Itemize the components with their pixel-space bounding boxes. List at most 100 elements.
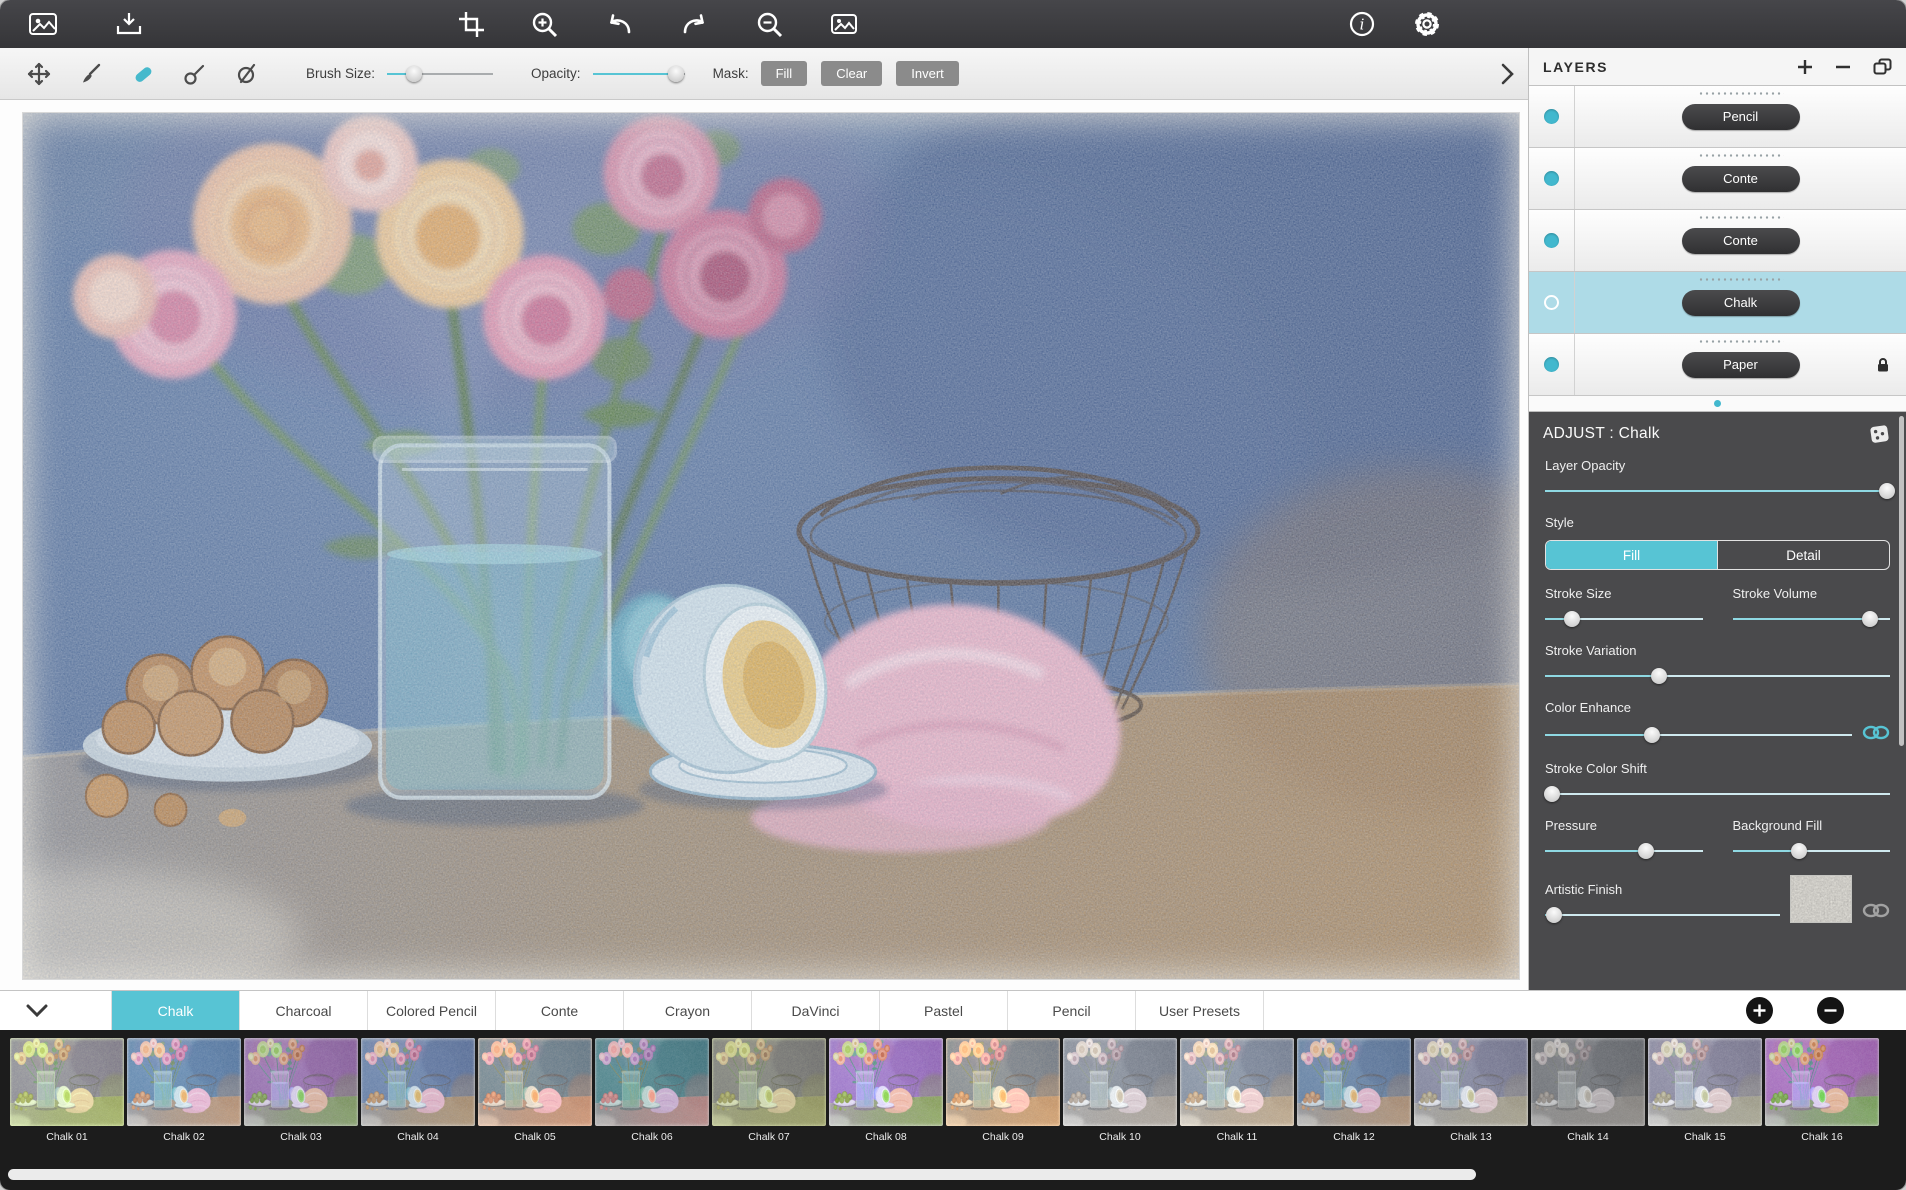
tab-user-presets[interactable]: User Presets <box>1136 991 1264 1030</box>
layer-drag-handle[interactable] <box>1698 340 1784 343</box>
stroke-volume-slider[interactable] <box>1733 611 1891 627</box>
brush-size-knob[interactable] <box>406 66 422 82</box>
stroke-size-knob[interactable] <box>1564 611 1580 627</box>
color-enhance-slider[interactable] <box>1545 727 1852 743</box>
texture-link-icon[interactable] <box>1862 903 1890 923</box>
layer-name-button[interactable]: Pencil <box>1682 104 1800 130</box>
collapse-presets-chevron-icon[interactable] <box>0 991 112 1030</box>
settings-gear-icon[interactable] <box>1412 9 1442 39</box>
move-tool-icon[interactable] <box>24 59 54 89</box>
tab-crayon[interactable]: Crayon <box>624 991 752 1030</box>
preset-thumbnail[interactable]: Chalk 01 <box>10 1038 124 1164</box>
preset-thumbnail[interactable]: Chalk 11 <box>1180 1038 1294 1164</box>
preset-thumbnail[interactable]: Chalk 15 <box>1648 1038 1762 1164</box>
layer-opacity-slider[interactable] <box>1545 483 1890 499</box>
toolbar-expand-chevron-icon[interactable] <box>1501 63 1514 85</box>
zoom-out-icon[interactable] <box>756 11 783 38</box>
style-fill-button[interactable]: Fill <box>1546 541 1717 569</box>
opacity-slider[interactable] <box>593 66 685 82</box>
background-fill-knob[interactable] <box>1791 843 1807 859</box>
background-fill-slider[interactable] <box>1733 843 1891 859</box>
tab-charcoal[interactable]: Charcoal <box>240 991 368 1030</box>
layer-drag-handle[interactable] <box>1698 216 1784 219</box>
layer-opacity-knob[interactable] <box>1879 483 1895 499</box>
stroke-size-slider[interactable] <box>1545 611 1703 627</box>
canvas-image[interactable] <box>22 112 1520 980</box>
stroke-color-shift-slider[interactable] <box>1545 786 1890 802</box>
crop-icon[interactable] <box>458 11 485 38</box>
preset-thumbnail[interactable]: Chalk 13 <box>1414 1038 1528 1164</box>
smudge-tool-icon[interactable] <box>232 59 262 89</box>
preset-thumbnail[interactable]: Chalk 14 <box>1531 1038 1645 1164</box>
preset-thumbnail[interactable]: Chalk 04 <box>361 1038 475 1164</box>
layer-drag-handle[interactable] <box>1698 278 1784 281</box>
layer-visibility-toggle[interactable] <box>1529 272 1575 333</box>
layer-name-button[interactable]: Paper <box>1682 352 1800 378</box>
preset-thumbnail[interactable]: Chalk 09 <box>946 1038 1060 1164</box>
open-image-icon[interactable] <box>28 10 58 38</box>
stroke-variation-slider[interactable] <box>1545 668 1890 684</box>
pressure-slider[interactable] <box>1545 843 1703 859</box>
layer-name-button[interactable]: Chalk <box>1682 290 1800 316</box>
preset-thumbnail[interactable]: Chalk 03 <box>244 1038 358 1164</box>
preset-scrollbar-track[interactable] <box>0 1164 1906 1190</box>
info-icon[interactable]: i <box>1348 10 1376 38</box>
preset-thumbnail[interactable]: Chalk 07 <box>712 1038 826 1164</box>
layer-row-chalk-selected[interactable]: Chalk <box>1529 272 1906 334</box>
stroke-color-shift-knob[interactable] <box>1544 786 1560 802</box>
randomize-dice-icon[interactable] <box>1868 423 1892 445</box>
stroke-volume-knob[interactable] <box>1862 611 1878 627</box>
remove-preset-button[interactable] <box>1817 997 1844 1024</box>
paint-brush-tool-icon[interactable] <box>76 59 106 89</box>
opacity-knob[interactable] <box>668 66 684 82</box>
zoom-in-icon[interactable] <box>531 11 558 38</box>
redo-icon[interactable] <box>680 11 710 38</box>
layer-row-conte-2[interactable]: Conte <box>1529 210 1906 272</box>
add-layer-icon[interactable] <box>1797 59 1813 75</box>
compare-image-icon[interactable] <box>829 10 859 38</box>
preset-thumbnail[interactable]: Chalk 12 <box>1297 1038 1411 1164</box>
preset-thumbnail[interactable]: Chalk 10 <box>1063 1038 1177 1164</box>
mask-invert-button[interactable]: Invert <box>896 61 959 86</box>
style-detail-button[interactable]: Detail <box>1717 541 1889 569</box>
tab-conte[interactable]: Conte <box>496 991 624 1030</box>
layer-visibility-toggle[interactable] <box>1529 148 1575 209</box>
artistic-finish-slider[interactable] <box>1545 907 1780 923</box>
preset-thumbnail[interactable]: Chalk 08 <box>829 1038 943 1164</box>
mask-fill-button[interactable]: Fill <box>761 61 808 86</box>
tab-chalk[interactable]: Chalk <box>112 991 240 1030</box>
layer-row-conte-1[interactable]: Conte <box>1529 148 1906 210</box>
duplicate-layer-icon[interactable] <box>1873 58 1892 75</box>
finish-texture-thumbnail[interactable] <box>1790 875 1852 923</box>
export-icon[interactable] <box>114 10 144 38</box>
brush-size-slider[interactable] <box>387 66 493 82</box>
color-enhance-knob[interactable] <box>1644 727 1660 743</box>
layer-name-button[interactable]: Conte <box>1682 166 1800 192</box>
add-preset-button[interactable] <box>1746 997 1773 1024</box>
adjust-scrollbar[interactable] <box>1899 416 1904 746</box>
preset-scrollbar-thumb[interactable] <box>8 1169 1476 1180</box>
layer-drag-handle[interactable] <box>1698 154 1784 157</box>
layer-visibility-toggle[interactable] <box>1529 334 1575 395</box>
preset-thumbnail[interactable]: Chalk 05 <box>478 1038 592 1164</box>
artistic-finish-knob[interactable] <box>1546 907 1562 923</box>
round-brush-tool-icon[interactable] <box>180 59 210 89</box>
remove-layer-icon[interactable] <box>1835 59 1851 75</box>
link-icon[interactable] <box>1862 725 1890 745</box>
layer-row-pencil[interactable]: Pencil <box>1529 86 1906 148</box>
tab-pencil[interactable]: Pencil <box>1008 991 1136 1030</box>
tab-davinci[interactable]: DaVinci <box>752 991 880 1030</box>
preset-thumbnail[interactable]: Chalk 02 <box>127 1038 241 1164</box>
layer-visibility-toggle[interactable] <box>1529 86 1575 147</box>
layer-drag-handle[interactable] <box>1698 92 1784 95</box>
eraser-tool-icon[interactable] <box>128 59 158 89</box>
pressure-knob[interactable] <box>1638 843 1654 859</box>
preset-thumbnail[interactable]: Chalk 06 <box>595 1038 709 1164</box>
tab-colored-pencil[interactable]: Colored Pencil <box>368 991 496 1030</box>
stroke-variation-knob[interactable] <box>1651 668 1667 684</box>
tab-pastel[interactable]: Pastel <box>880 991 1008 1030</box>
undo-icon[interactable] <box>604 11 634 38</box>
layer-visibility-toggle[interactable] <box>1529 210 1575 271</box>
layer-name-button[interactable]: Conte <box>1682 228 1800 254</box>
layer-row-paper[interactable]: Paper <box>1529 334 1906 396</box>
